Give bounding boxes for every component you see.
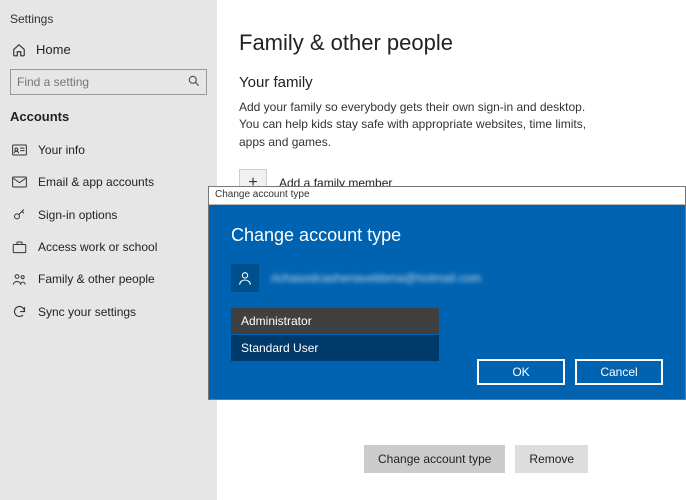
change-account-type-button[interactable]: Change account type	[364, 445, 505, 473]
sync-icon	[10, 304, 28, 319]
search-icon	[187, 74, 201, 88]
dialog-body: Change account type richasodcashenavebbm…	[209, 205, 685, 399]
dialog-heading: Change account type	[231, 225, 663, 246]
account-action-row: Change account type Remove	[364, 445, 664, 473]
briefcase-icon	[10, 240, 28, 254]
dialog-titlebar[interactable]: Change account type	[209, 187, 685, 205]
user-email: richasodcashenavebbma@hotmail.com	[271, 271, 481, 285]
search-input[interactable]	[10, 69, 207, 95]
nav-label: Access work or school	[38, 240, 157, 254]
page-title: Family & other people	[239, 30, 664, 56]
change-account-type-dialog: Change account type Change account type …	[208, 186, 686, 400]
account-type-dropdown[interactable]: Administrator Standard User	[231, 308, 439, 361]
avatar-icon	[231, 264, 259, 292]
sidebar-item-work[interactable]: Access work or school	[0, 231, 217, 263]
page-description: Add your family so everybody gets their …	[239, 99, 599, 151]
settings-sidebar: Settings Home Accounts Your info Email &…	[0, 0, 217, 500]
home-nav[interactable]: Home	[0, 36, 217, 63]
nav-label: Sign-in options	[38, 208, 117, 222]
home-icon	[10, 43, 28, 57]
sidebar-item-sync[interactable]: Sync your settings	[0, 295, 217, 328]
nav-label: Sync your settings	[38, 305, 136, 319]
home-label: Home	[36, 42, 71, 57]
section-header: Accounts	[0, 109, 217, 134]
people-icon	[10, 272, 28, 286]
page-subtitle: Your family	[239, 74, 664, 91]
nav-label: Family & other people	[38, 272, 155, 286]
dropdown-option-administrator[interactable]: Administrator	[231, 308, 439, 334]
sidebar-item-signin[interactable]: Sign-in options	[0, 198, 217, 231]
dropdown-option-standard-user[interactable]: Standard User	[231, 334, 439, 361]
sidebar-item-family[interactable]: Family & other people	[0, 263, 217, 295]
cancel-button[interactable]: Cancel	[575, 359, 663, 385]
mail-icon	[10, 176, 28, 188]
ok-button[interactable]: OK	[477, 359, 565, 385]
dialog-user-row: richasodcashenavebbma@hotmail.com	[231, 264, 663, 292]
sidebar-item-your-info[interactable]: Your info	[0, 134, 217, 166]
sidebar-item-email[interactable]: Email & app accounts	[0, 166, 217, 198]
nav-label: Email & app accounts	[38, 175, 154, 189]
nav-label: Your info	[38, 143, 85, 157]
person-card-icon	[10, 144, 28, 156]
dialog-actions: OK Cancel	[477, 359, 663, 385]
remove-account-button[interactable]: Remove	[515, 445, 588, 473]
key-icon	[10, 207, 28, 222]
search-container	[10, 69, 207, 95]
app-title: Settings	[0, 12, 217, 36]
